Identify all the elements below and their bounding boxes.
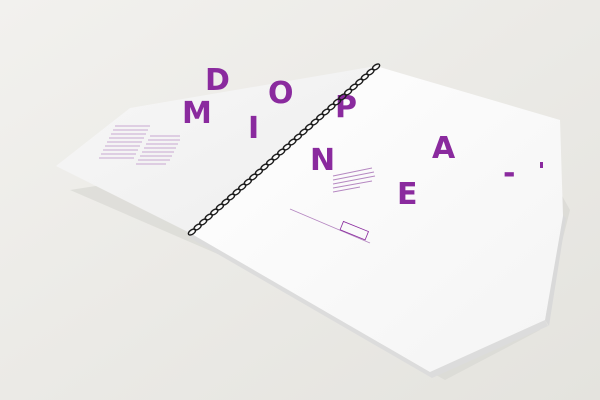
title-letter: I xyxy=(248,111,259,146)
title-letter: O xyxy=(268,76,294,111)
title-letter: N xyxy=(310,143,335,178)
page-edge-marker xyxy=(540,162,543,168)
title-letter: A xyxy=(432,131,456,166)
photo-scene: D O P A - M I N E xyxy=(0,0,600,400)
title-letter: - xyxy=(503,156,515,191)
title-letter: E xyxy=(397,177,418,212)
title-letter: D xyxy=(205,63,230,98)
notebook-illustration: D O P A - M I N E xyxy=(0,0,600,400)
title-letter: M xyxy=(182,96,212,131)
